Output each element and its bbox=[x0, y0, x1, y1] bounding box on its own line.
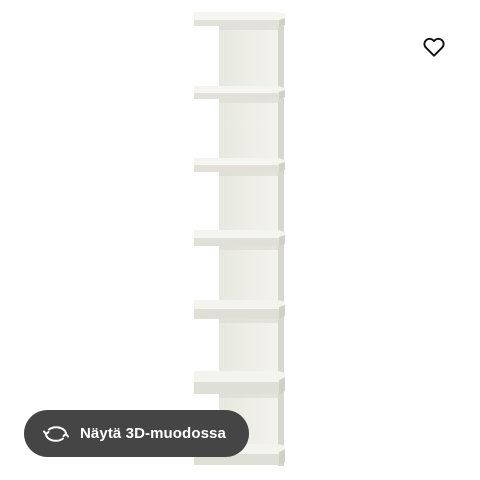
product-image bbox=[194, 12, 285, 466]
favorite-button[interactable] bbox=[418, 31, 450, 63]
view-3d-button[interactable]: Näytä 3D-muodossa bbox=[24, 410, 249, 457]
shelf-board bbox=[194, 371, 285, 394]
shelf-board bbox=[194, 158, 285, 172]
view-3d-label: Näytä 3D-muodossa bbox=[80, 425, 226, 442]
shelf-board bbox=[194, 300, 285, 319]
heart-outline-icon bbox=[423, 37, 445, 57]
shelf-board bbox=[194, 230, 285, 246]
shelf-board bbox=[194, 12, 285, 26]
rotate-arrows-icon bbox=[42, 423, 70, 445]
shelf-board bbox=[194, 86, 285, 99]
